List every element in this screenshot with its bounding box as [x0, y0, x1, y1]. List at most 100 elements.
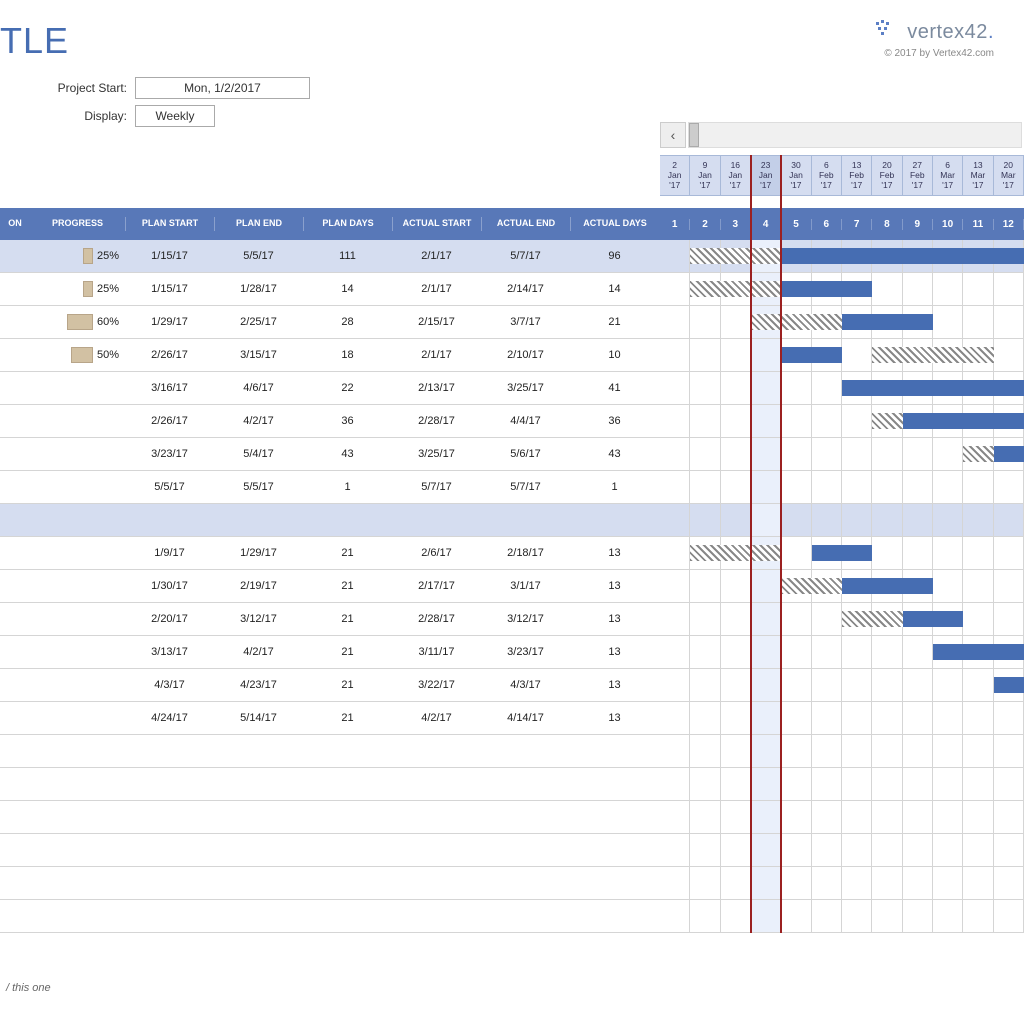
copyright: © 2017 by Vertex42.com: [874, 48, 994, 59]
table-row[interactable]: 50%2/26/173/15/17182/1/172/10/1710: [0, 339, 1024, 372]
gantt-area: [660, 768, 1024, 800]
cell: 43: [570, 448, 659, 460]
table-row[interactable]: [0, 801, 1024, 834]
gantt-area: [660, 834, 1024, 866]
actual-bar: [903, 611, 964, 627]
actual-bar: [842, 380, 1024, 396]
cell: 1/29/17: [214, 547, 303, 559]
table-row[interactable]: [0, 768, 1024, 801]
cell: 2/13/17: [392, 382, 481, 394]
cell: 3/1/17: [481, 580, 570, 592]
gantt-area: [660, 339, 1024, 371]
today-line: [750, 155, 752, 933]
table-row[interactable]: 3/23/175/4/17433/25/175/6/1743: [0, 438, 1024, 471]
cell: 5/5/17: [214, 250, 303, 262]
cell: 1/15/17: [125, 250, 214, 262]
week-number-header: 123456789101112: [660, 208, 1024, 240]
cell: 2/1/17: [392, 250, 481, 262]
progress-value: 25%: [97, 283, 119, 295]
cell: 4/3/17: [481, 679, 570, 691]
cell: 5/4/17: [214, 448, 303, 460]
table-row[interactable]: 4/24/175/14/17214/2/174/14/1713: [0, 702, 1024, 735]
table-row[interactable]: 25%1/15/171/28/17142/1/172/14/1714: [0, 273, 1024, 306]
date-col: 13Feb'17: [842, 156, 872, 195]
cell: 41: [570, 382, 659, 394]
cell: 3/16/17: [125, 382, 214, 394]
date-col: 27Feb'17: [903, 156, 933, 195]
timeline-scrollbar[interactable]: [688, 122, 1022, 148]
brand-name: vertex42: [907, 21, 988, 43]
display-select[interactable]: Weekly: [135, 105, 215, 127]
table-row[interactable]: 4/3/174/23/17213/22/174/3/1713: [0, 669, 1024, 702]
table-row[interactable]: 25%1/15/175/5/171112/1/175/7/1796: [0, 240, 1024, 273]
table-row[interactable]: 1/9/171/29/17212/6/172/18/1713: [0, 537, 1024, 570]
gantt-area: [660, 438, 1024, 470]
timeline-date-header: 2Jan'179Jan'1716Jan'1723Jan'1730Jan'176F…: [660, 155, 1024, 196]
cell: 43: [303, 448, 392, 460]
date-col: 9Jan'17: [690, 156, 720, 195]
table-row[interactable]: [0, 735, 1024, 768]
cell: 3/25/17: [392, 448, 481, 460]
cell: 21: [303, 547, 392, 559]
progress-bar: [71, 347, 93, 363]
gantt-area: [660, 900, 1024, 932]
project-start-input[interactable]: Mon, 1/2/2017: [135, 77, 310, 99]
cell: 2/28/17: [392, 613, 481, 625]
cell: 2/18/17: [481, 547, 570, 559]
cell: 5/5/17: [125, 481, 214, 493]
table-row[interactable]: [0, 900, 1024, 933]
page-title: TLE: [0, 20, 69, 62]
table-row[interactable]: 60%1/29/172/25/17282/15/173/7/1721: [0, 306, 1024, 339]
gantt-area: [660, 504, 1024, 536]
date-col: 2Jan'17: [660, 156, 690, 195]
col-on: ON: [0, 217, 30, 231]
brand-logo: vertex42. © 2017 by Vertex42.com: [874, 20, 994, 59]
cell: 3/15/17: [214, 349, 303, 361]
cell: 2/1/17: [392, 349, 481, 361]
cell: 5/5/17: [214, 481, 303, 493]
week-col: 2: [690, 219, 720, 230]
col-actual-start: ACTUAL START: [392, 217, 481, 231]
cell: 3/22/17: [392, 679, 481, 691]
gantt-area: [660, 702, 1024, 734]
table-row[interactable]: [0, 867, 1024, 900]
table-row[interactable]: [0, 834, 1024, 867]
gantt-area: [660, 669, 1024, 701]
cell: 3/11/17: [392, 646, 481, 658]
cell: 21: [303, 712, 392, 724]
table-row[interactable]: 2/20/173/12/17212/28/173/12/1713: [0, 603, 1024, 636]
plan-bar: [690, 545, 781, 561]
actual-bar: [842, 314, 933, 330]
progress-value: 25%: [97, 250, 119, 262]
date-col: 23Jan'17: [751, 156, 781, 195]
week-col: 12: [994, 219, 1024, 230]
cell: 4/2/17: [392, 712, 481, 724]
table-row[interactable]: 5/5/175/5/1715/7/175/7/171: [0, 471, 1024, 504]
cell: 3/7/17: [481, 316, 570, 328]
date-col: 6Feb'17: [812, 156, 842, 195]
week-col: 7: [842, 219, 872, 230]
cell: 21: [303, 679, 392, 691]
cell: 2/28/17: [392, 415, 481, 427]
brand-suffix: .: [988, 21, 994, 43]
table-row[interactable]: [0, 504, 1024, 537]
table-row[interactable]: 3/16/174/6/17222/13/173/25/1741: [0, 372, 1024, 405]
cell: 1/9/17: [125, 547, 214, 559]
gantt-area: [660, 867, 1024, 899]
scroll-back-button[interactable]: ‹: [660, 122, 686, 148]
table-row[interactable]: 1/30/172/19/17212/17/173/1/1713: [0, 570, 1024, 603]
scrollbar-thumb[interactable]: [689, 123, 699, 147]
actual-bar: [933, 644, 1024, 660]
gantt-area: [660, 570, 1024, 602]
table-row[interactable]: 2/26/174/2/17362/28/174/4/1736: [0, 405, 1024, 438]
cell: 50%: [30, 347, 125, 363]
table-row[interactable]: 3/13/174/2/17213/11/173/23/1713: [0, 636, 1024, 669]
footer-note: / this one: [6, 982, 51, 994]
gantt-area: [660, 537, 1024, 569]
cell: 4/24/17: [125, 712, 214, 724]
cell: 36: [303, 415, 392, 427]
cell: 1/15/17: [125, 283, 214, 295]
actual-bar: [994, 677, 1024, 693]
gantt-area: [660, 603, 1024, 635]
date-col: 16Jan'17: [721, 156, 751, 195]
